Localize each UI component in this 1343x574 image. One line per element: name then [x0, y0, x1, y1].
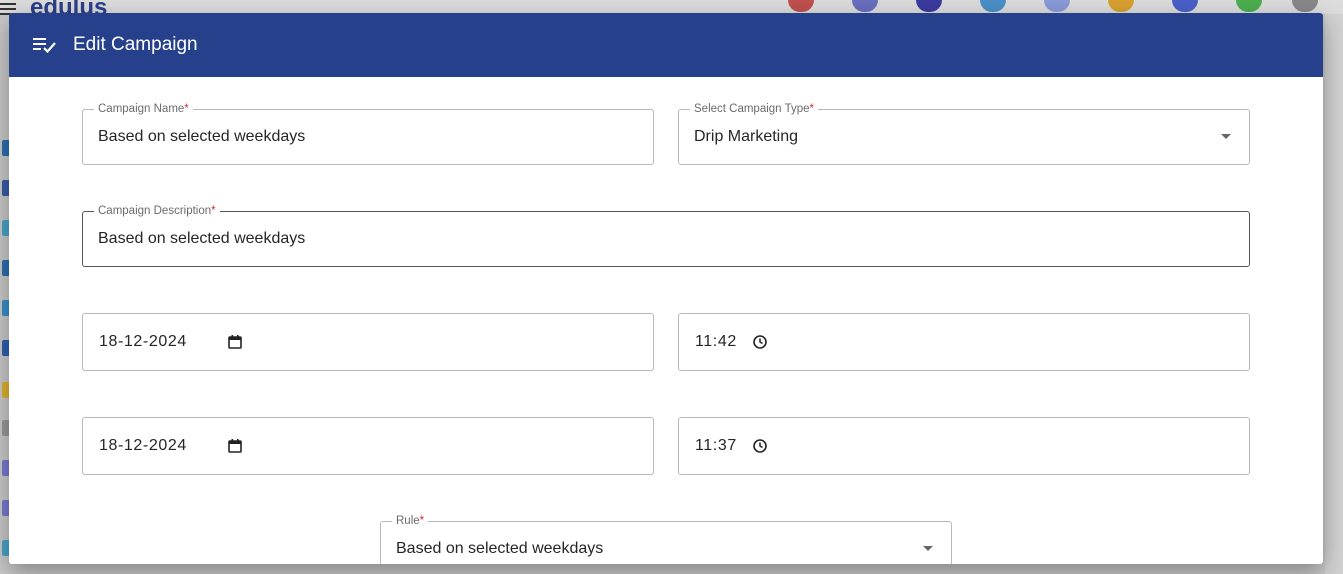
clock-icon[interactable]	[752, 334, 768, 350]
background-header-icon	[916, 0, 942, 12]
end-date-input[interactable]: 18-12-2024	[82, 417, 654, 475]
campaign-description-value[interactable]: Based on selected weekdays	[98, 230, 305, 248]
start-date-value[interactable]: 18-12-2024	[99, 333, 187, 351]
start-time-input[interactable]: 11:42	[678, 313, 1250, 371]
calendar-icon[interactable]	[227, 334, 243, 350]
edit-campaign-dialog: Edit Campaign Campaign Name* Based on se…	[9, 13, 1323, 564]
background-header-icon	[1108, 0, 1134, 12]
calendar-icon[interactable]	[227, 438, 243, 454]
background-header-icon	[852, 0, 878, 12]
background-scrollbar	[1325, 14, 1343, 574]
background-header-icon	[980, 0, 1006, 12]
rule-select[interactable]: Rule* Based on selected weekdays	[380, 515, 952, 564]
background-header-icon	[788, 0, 814, 12]
dropdown-arrow-icon[interactable]	[1221, 134, 1231, 139]
background-header-icon	[1292, 0, 1318, 12]
campaign-type-value[interactable]: Drip Marketing	[694, 128, 798, 146]
start-time-value[interactable]: 11:42	[695, 333, 737, 351]
dropdown-arrow-icon[interactable]	[923, 546, 933, 551]
campaign-description-label: Campaign Description*	[94, 205, 220, 218]
campaign-type-label: Select Campaign Type*	[690, 103, 818, 116]
end-time-input[interactable]: 11:37	[678, 417, 1250, 475]
end-date-value[interactable]: 18-12-2024	[99, 437, 187, 455]
campaign-description-field[interactable]: Campaign Description* Based on selected …	[82, 205, 1250, 267]
rule-label: Rule*	[392, 515, 429, 528]
background-header-icon	[1236, 0, 1262, 12]
campaign-name-value[interactable]: Based on selected weekdays	[98, 128, 305, 146]
campaign-name-label: Campaign Name*	[94, 103, 193, 116]
campaign-name-field[interactable]: Campaign Name* Based on selected weekday…	[82, 103, 654, 165]
start-date-input[interactable]: 18-12-2024	[82, 313, 654, 371]
background-app-header: edulus	[0, 0, 1343, 21]
playlist-check-icon	[33, 34, 59, 56]
end-time-value[interactable]: 11:37	[695, 437, 737, 455]
clock-icon[interactable]	[752, 438, 768, 454]
campaign-type-select[interactable]: Select Campaign Type* Drip Marketing	[678, 103, 1250, 165]
background-header-icon	[1172, 0, 1198, 12]
rule-value[interactable]: Based on selected weekdays	[396, 540, 603, 558]
dialog-header: Edit Campaign	[9, 13, 1323, 77]
dialog-title: Edit Campaign	[73, 34, 198, 55]
background-header-icon	[1044, 0, 1070, 12]
